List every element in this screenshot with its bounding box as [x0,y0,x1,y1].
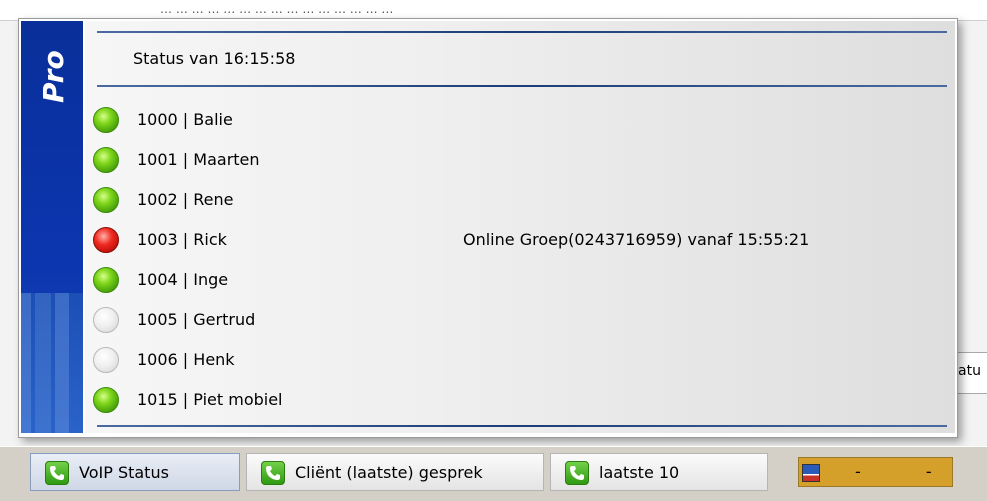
status-led-icon [93,347,119,373]
tab-client-last-call[interactable]: Cliënt (laatste) gesprek [246,453,544,491]
extension-label: 1005 | Gertrud [137,310,256,329]
extension-list: 1000 | Balie 1001 | Maarten 1002 | Rene 100… [85,101,955,421]
extension-row[interactable]: 1005 | Gertrud [85,301,955,341]
svg-text:Pro: Pro [37,50,70,103]
brand-strip: Pro [21,21,83,433]
extension-row[interactable]: 1006 | Henk [85,341,955,381]
extension-label: 1001 | Maarten [137,150,260,169]
tab-label: laatste 10 [599,463,680,482]
voip-status-popup: Pro Status van 16:15:58 1000 | Balie 1001… [18,18,958,438]
taskbar: VoIP Status Cliënt (laatste) gesprek laa… [0,446,987,501]
building-graphic [21,293,83,433]
status-title: Status van 16:15:58 [133,49,296,68]
status-led-icon [93,187,119,213]
nl-flag-icon [802,464,820,482]
extension-row[interactable]: 1015 | Piet mobiel [85,381,955,421]
language-indicator[interactable]: - - [798,457,953,487]
pro-logo: Pro [37,50,70,103]
extension-label: 1002 | Rene [137,190,234,209]
desktop: … … … … … … … … … … … … … … … atu Pro St… [0,0,987,501]
status-led-icon [93,387,119,413]
language-indicator-text: - - [855,462,962,481]
extension-label: 1000 | Balie [137,110,233,129]
status-led-icon [93,307,119,333]
extension-label: 1003 | Rick [137,230,227,249]
status-led-icon [93,267,119,293]
phone-icon [565,461,589,485]
background-toolbar-text: … … … … … … … … … … … … … … … [160,2,394,16]
extension-row[interactable]: 1003 | Rick Online Groep(0243716959) vana… [85,221,955,261]
status-content: Status van 16:15:58 1000 | Balie 1001 | M… [85,21,955,433]
top-rule [97,31,947,33]
tab-last-10[interactable]: laatste 10 [550,453,768,491]
tab-voip-status[interactable]: VoIP Status [30,453,240,491]
extension-row[interactable]: 1004 | Inge [85,261,955,301]
tab-label: VoIP Status [79,463,169,482]
phone-icon [261,461,285,485]
extension-row[interactable]: 1001 | Maarten [85,141,955,181]
extension-label: 1004 | Inge [137,270,229,289]
status-led-icon [93,227,119,253]
extension-label: 1006 | Henk [137,350,235,369]
status-led-icon [93,147,119,173]
extension-row[interactable]: 1000 | Balie [85,101,955,141]
extension-label: 1015 | Piet mobiel [137,390,283,409]
extension-row[interactable]: 1002 | Rene [85,181,955,221]
header-rule [97,85,947,87]
extension-status-note: Online Groep(0243716959) vanaf 15:55:21 [463,230,810,249]
tab-label: Cliënt (laatste) gesprek [295,463,483,482]
bottom-rule [97,425,947,427]
phone-icon [45,461,69,485]
background-status-text: atu [958,363,981,379]
status-led-icon [93,107,119,133]
background-status-panel: atu [955,352,987,394]
